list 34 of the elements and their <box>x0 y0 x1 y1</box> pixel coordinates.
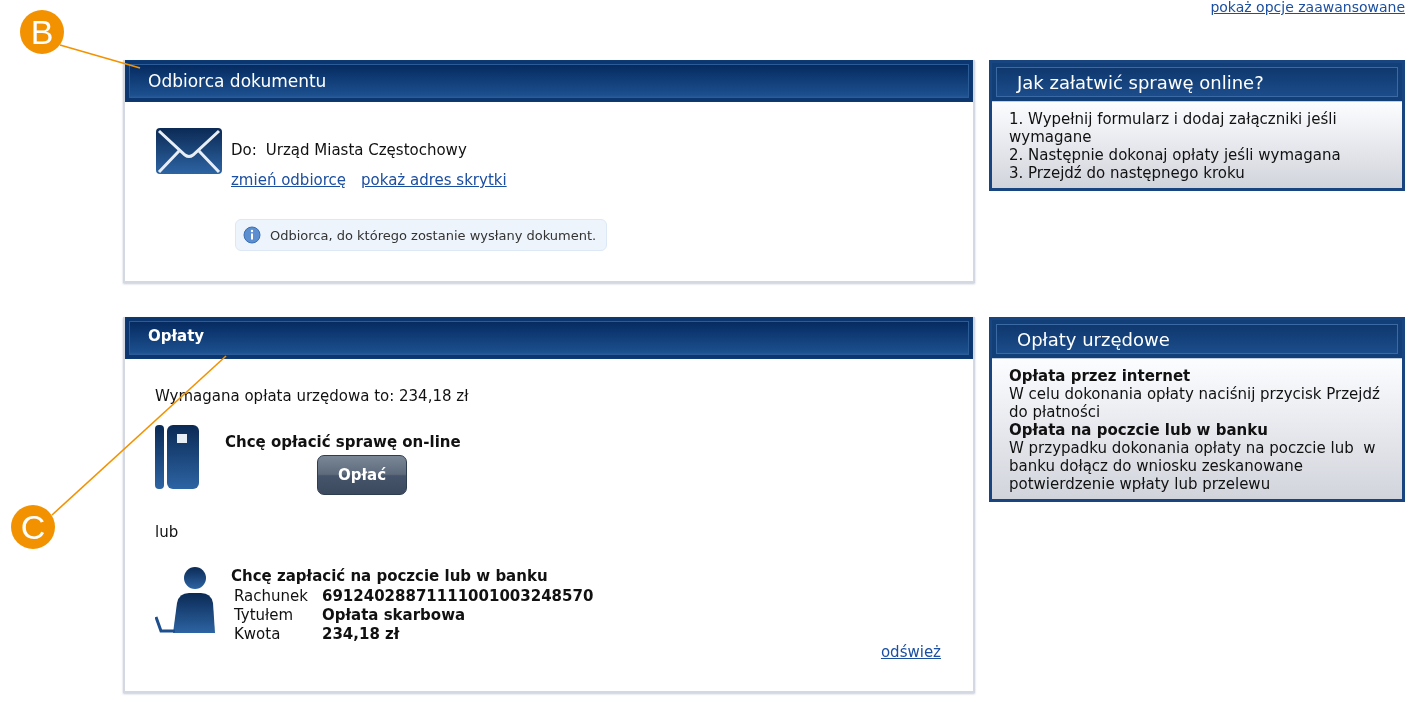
pay-button[interactable]: Opłać <box>317 455 407 495</box>
detail-label: Kwota <box>234 625 282 643</box>
callout-badge: C <box>11 505 55 549</box>
envelope-icon <box>155 127 223 175</box>
detail-value: 69124028871111001003248570 <box>321 587 594 605</box>
help-box-title: Jak załatwić sprawę online? <box>1017 71 1264 93</box>
or-text: lub <box>155 523 180 541</box>
recipient-link[interactable]: zmień odbiorcę <box>231 171 347 189</box>
online-payment-heading: Chcę opłacić sprawę on-line <box>225 433 461 451</box>
advanced-options-link[interactable]: pokaż opcje zaawansowane <box>1210 0 1405 16</box>
panel-title: Odbiorca dokumentu <box>148 71 327 91</box>
help-heading: Opłata na poczcie lub w banku <box>1009 421 1269 439</box>
help-heading: Opłata przez internet <box>1009 367 1192 385</box>
help-text: W przypadku dokonania opłaty na poczcie lub w banku dołącz do wniosku zeskanowane potwierdzenie wpłaty lub przelewu <box>1009 439 1377 493</box>
detail-label: Tytułem <box>234 606 295 624</box>
person-icon <box>155 567 217 633</box>
callout-badge: B <box>20 10 64 54</box>
help-text: 3. Przejdź do następnego kroku <box>1009 164 1246 182</box>
detail-value: Opłata skarbowa <box>321 606 467 624</box>
offline-payment-heading: Chcę zapłacić na poczcie lub w banku <box>231 567 549 585</box>
panel-title: Opłaty <box>148 327 205 345</box>
info-text: Odbiorca, do którego zostanie wysłany dokument. <box>270 227 597 243</box>
recipient-link[interactable]: pokaż adres skrytki <box>361 171 507 189</box>
refresh-link[interactable]: odśwież <box>880 643 941 661</box>
card-icon <box>155 425 199 489</box>
detail-value: 234,18 zł <box>321 625 401 643</box>
help-text: 2. Następnie dokonaj opłaty jeśli wymagana <box>1009 146 1342 164</box>
help-text: 1. Wypełnij formularz i dodaj załączniki jeśli wymagane <box>1009 110 1338 146</box>
info-icon <box>243 226 261 244</box>
help-box-title: Opłaty urzędowe <box>1017 328 1170 350</box>
recipient-name: Urząd Miasta Częstochowy <box>265 141 467 159</box>
help-text: W celu dokonania opłaty naciśnij przycisk Przejdź do płatności <box>1009 385 1381 421</box>
detail-label: Rachunek <box>234 587 308 605</box>
recipient-label: Do: <box>231 141 257 159</box>
